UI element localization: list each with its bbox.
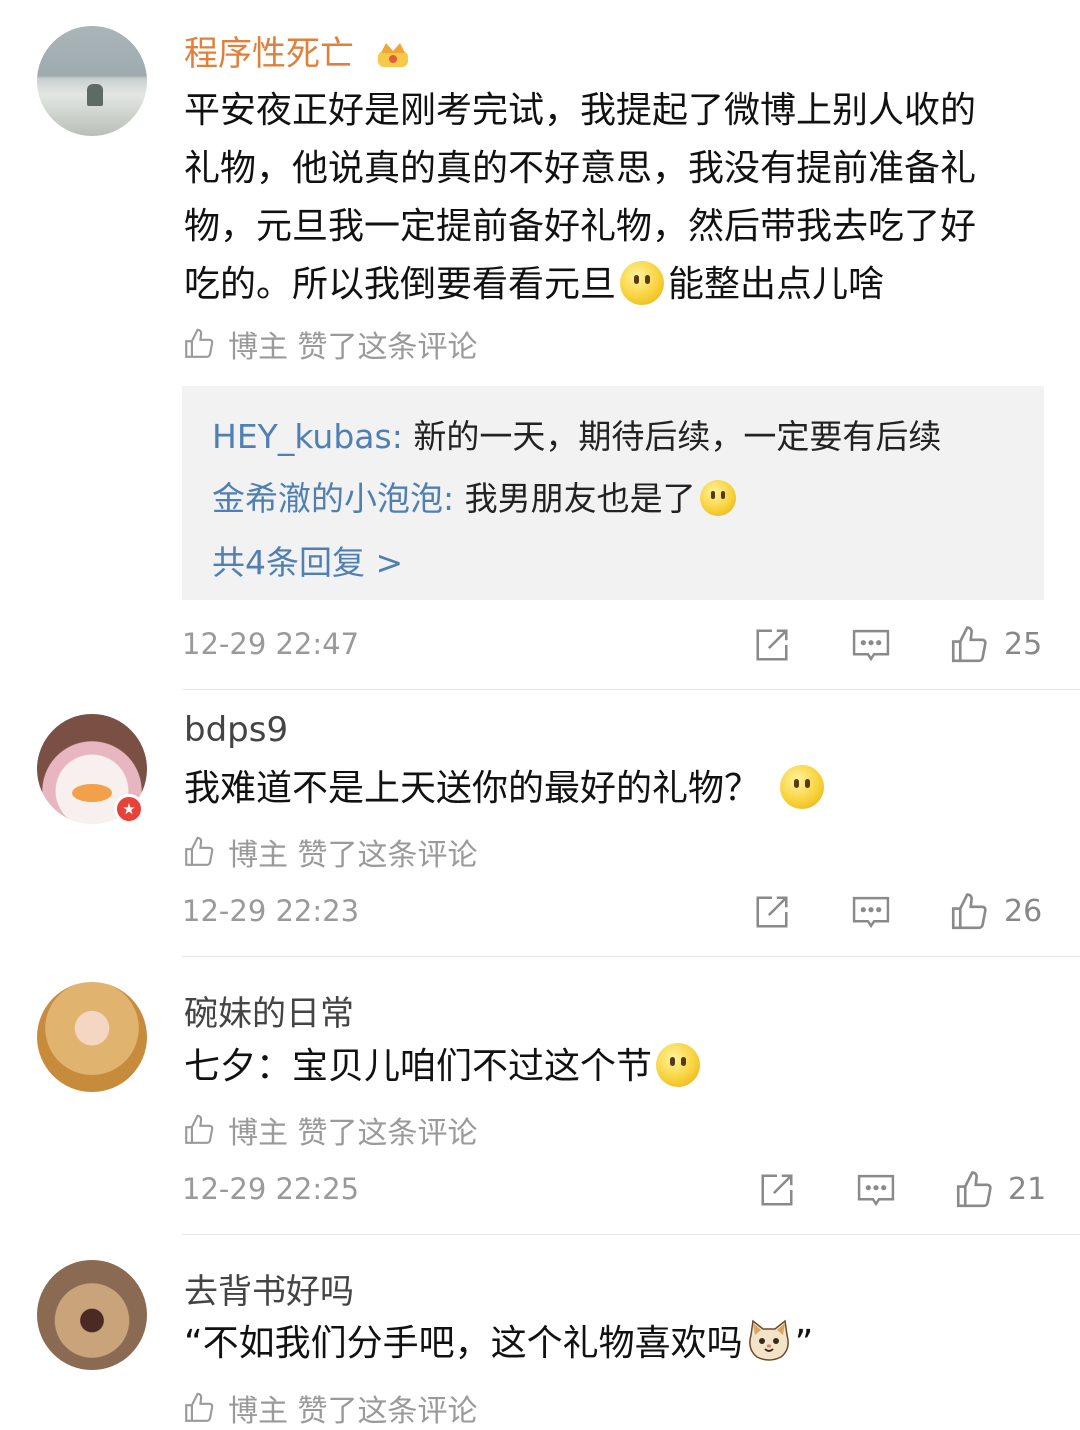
reply-item: HEY_kubas: 新的一天，期待后续，一定要有后续: [212, 410, 941, 458]
author-liked-note: 博主 赞了这条评论: [182, 1386, 478, 1430]
username-text[interactable]: 程序性死亡: [184, 34, 354, 74]
liked-text: 博主 赞了这条评论: [228, 1394, 478, 1429]
liked-text: 博主 赞了这条评论: [228, 1116, 478, 1151]
content-text: 我难道不是上天送你的最好的礼物？: [184, 768, 761, 809]
content-line: 物，元旦我一定提前备好礼物，然后带我去吃了好: [184, 206, 977, 247]
content-text: 吃的。所以我倒要看看元旦: [184, 264, 617, 305]
comment-content: 我难道不是上天送你的最好的礼物？: [184, 760, 1054, 818]
comment-content: 平安夜正好是刚考完试，我提起了微博上别人收的 礼物，他说真的真的不好意思，我没有…: [184, 82, 1054, 314]
comment-icon[interactable]: [851, 893, 891, 931]
smile-emoji: [656, 1043, 701, 1087]
thumb-up-icon[interactable]: [953, 1169, 995, 1211]
vip-crown-icon: [377, 43, 408, 67]
share-icon[interactable]: [758, 1171, 796, 1209]
reply-username[interactable]: HEY_kubas: [212, 417, 392, 456]
thumb-up-icon: [185, 328, 214, 358]
timestamp: 12-29 22:25: [182, 1172, 360, 1206]
content-text: ”: [794, 1323, 814, 1364]
share-icon[interactable]: [753, 626, 791, 664]
like-count: 21: [1008, 1172, 1047, 1207]
comment-icon[interactable]: [856, 1171, 896, 1209]
username[interactable]: 程序性死亡: [184, 26, 411, 75]
reply-separator: :: [443, 479, 465, 518]
thumb-up-icon: [185, 836, 214, 866]
avatar[interactable]: [37, 1260, 147, 1370]
avatar[interactable]: [37, 982, 147, 1092]
author-liked-note: 博主 赞了这条评论: [182, 1108, 478, 1152]
timestamp: 12-29 22:47: [182, 627, 360, 661]
comment-icon[interactable]: [851, 626, 891, 664]
share-icon[interactable]: [753, 893, 791, 931]
verified-badge-icon: ★: [114, 794, 144, 824]
reply-text: 新的一天，期待后续，一定要有后续: [413, 417, 942, 456]
content-text: 能整出点儿啥: [668, 264, 885, 305]
content-line: 吃的。所以我倒要看看元旦 能整出点儿啥: [184, 256, 1054, 314]
smile-emoji: [620, 261, 665, 305]
reply-preview[interactable]: HEY_kubas: 新的一天，期待后续，一定要有后续 金希澈的小泡泡: 我男朋…: [182, 386, 1044, 600]
content-text: 七夕：宝贝儿咱们不过这个节: [184, 1046, 653, 1087]
thumb-up-icon: [185, 1114, 214, 1144]
username[interactable]: 碗妹的日常: [184, 986, 354, 1035]
avatar[interactable]: [37, 26, 147, 136]
thumb-up-icon[interactable]: [948, 624, 990, 666]
reply-username[interactable]: 金希澈的小泡泡: [212, 479, 443, 518]
more-replies-link[interactable]: 共4条回复 >: [212, 536, 403, 584]
reply-separator: :: [391, 417, 414, 456]
divider: [182, 956, 1080, 957]
reply-item: 金希澈的小泡泡: 我男朋友也是了: [212, 472, 740, 520]
like-count: 25: [1004, 627, 1043, 662]
smile-emoji: [699, 480, 736, 516]
username[interactable]: 去背书好吗: [184, 1264, 354, 1313]
like-count: 26: [1004, 894, 1043, 929]
content-text: “不如我们分手吧，这个礼物喜欢吗: [184, 1323, 743, 1364]
timestamp: 12-29 22:23: [182, 894, 360, 928]
smile-emoji: [780, 765, 825, 809]
comment-item: 程序性死亡 平安夜正好是刚考完试，我提起了微博上别人收的 礼物，他说真的真的不好…: [0, 0, 1080, 690]
thumb-up-icon: [185, 1392, 214, 1422]
liked-text: 博主 赞了这条评论: [228, 330, 478, 365]
comment-content: 七夕：宝贝儿咱们不过这个节: [184, 1038, 1054, 1096]
content-line: 礼物，他说真的真的不好意思，我没有提前准备礼: [184, 148, 977, 189]
author-liked-note: 博主 赞了这条评论: [182, 322, 478, 366]
author-liked-note: 博主 赞了这条评论: [182, 830, 478, 874]
liked-text: 博主 赞了这条评论: [228, 838, 478, 873]
divider: [182, 1234, 1080, 1235]
username[interactable]: bdps9: [184, 710, 288, 750]
comment-content: “不如我们分手吧，这个礼物喜欢吗 ”: [184, 1315, 1054, 1373]
content-line: 平安夜正好是刚考完试，我提起了微博上别人收的: [184, 90, 977, 131]
divider: [182, 689, 1080, 690]
thumb-up-icon[interactable]: [948, 891, 990, 933]
cat-emoji: [748, 1319, 789, 1361]
reply-text: 我男朋友也是了: [464, 479, 696, 518]
